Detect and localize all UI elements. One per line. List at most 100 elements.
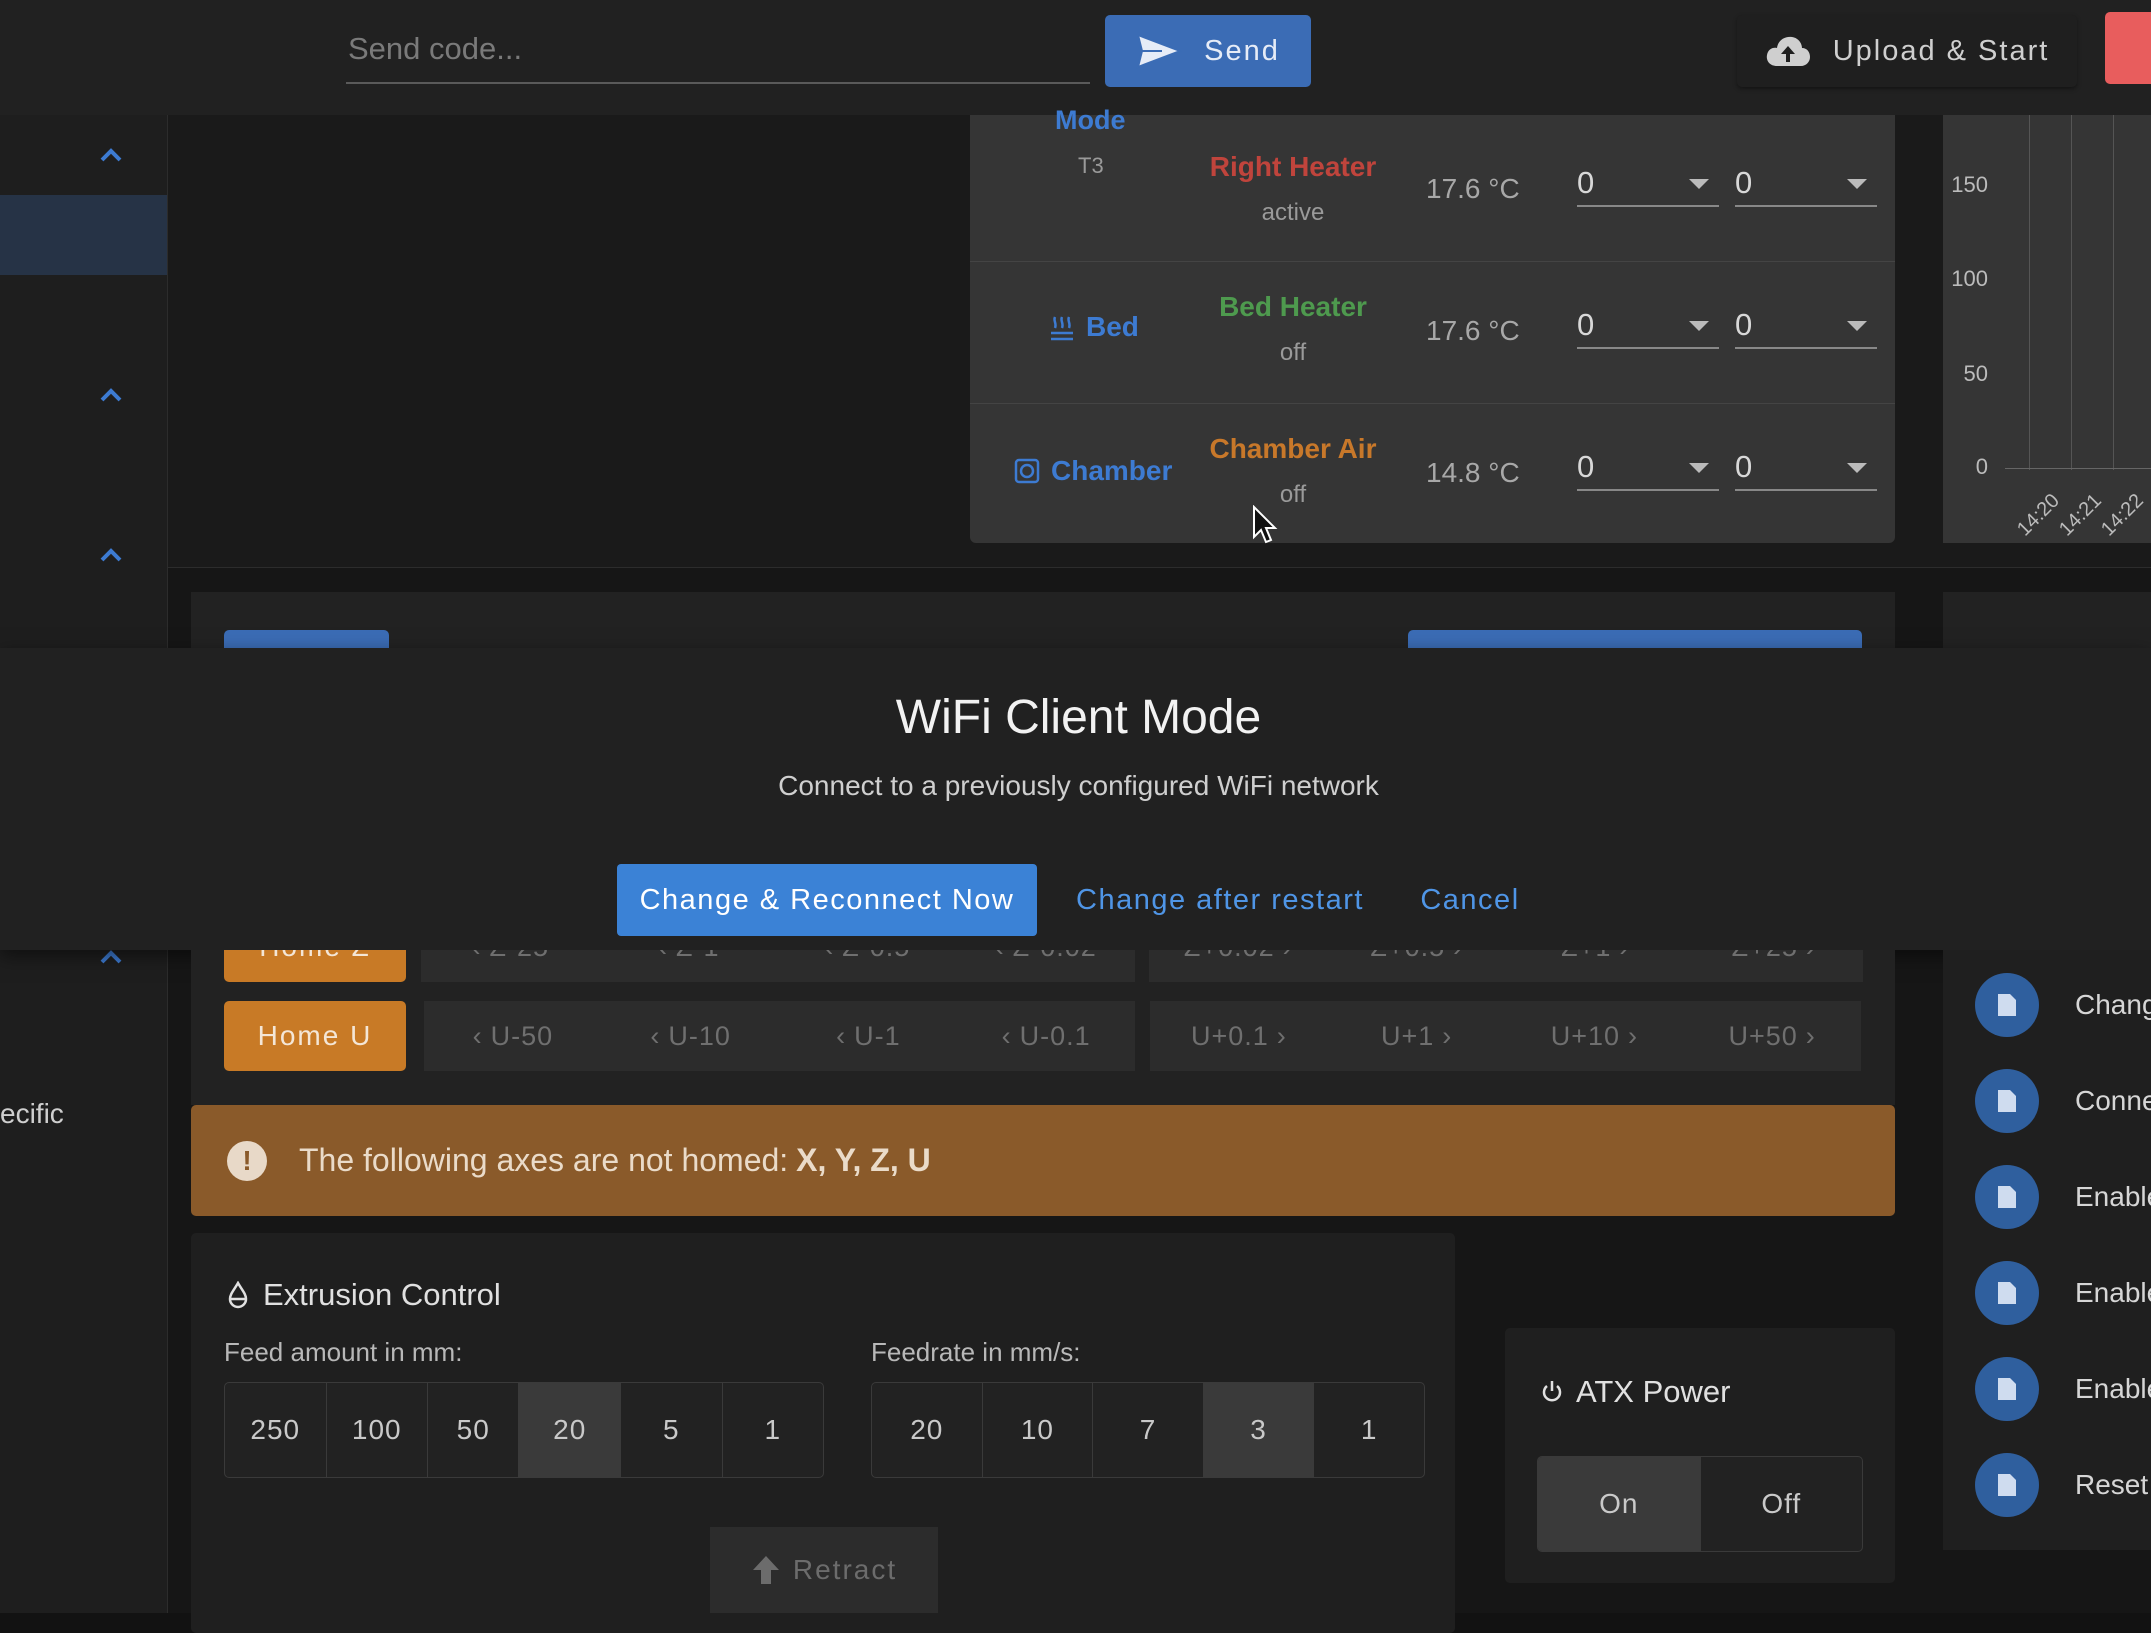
- y-tick-label: 100: [1951, 266, 1988, 291]
- jog-z-button[interactable]: ‹ Z-0.02: [957, 950, 1136, 982]
- x-axis-line: [2005, 468, 2151, 469]
- send-code-input[interactable]: [346, 26, 1090, 72]
- heater-state: active: [1261, 199, 1325, 226]
- atx-power-toggle: On Off: [1537, 1456, 1863, 1552]
- chevron-left-icon: ‹: [1001, 1020, 1012, 1051]
- feed-option-selected[interactable]: 20: [519, 1383, 621, 1477]
- feed-option[interactable]: 5: [621, 1383, 723, 1477]
- chevron-up-icon[interactable]: [96, 380, 126, 410]
- feed-amount-label: Feed amount in mm:: [224, 1337, 463, 1367]
- jog-z-button[interactable]: Z+25 ›: [1685, 950, 1864, 982]
- jog-u-button[interactable]: U+10 ›: [1506, 1001, 1684, 1071]
- feed-option[interactable]: 250: [225, 1383, 327, 1477]
- grid-line: [2071, 115, 2072, 470]
- current-temp: 17.6 °C: [1426, 173, 1520, 204]
- macro-item[interactable]: Conne: [1975, 1069, 2151, 1133]
- file-icon: [1975, 1357, 2039, 1421]
- change-after-restart-button[interactable]: Change after restart: [1060, 864, 1380, 936]
- send-button[interactable]: Send: [1105, 15, 1311, 87]
- jog-z-button[interactable]: ‹ Z-0.5: [778, 950, 957, 982]
- chevron-up-icon[interactable]: [96, 540, 126, 570]
- feedrate-option[interactable]: 1: [1314, 1383, 1424, 1477]
- jog-z-button[interactable]: Z+1 ›: [1506, 950, 1685, 982]
- standby-temp-select[interactable]: 0: [1735, 307, 1877, 349]
- emergency-stop-button[interactable]: [2105, 12, 2151, 84]
- file-icon: [1975, 1453, 2039, 1517]
- tool-name[interactable]: Chamber: [1013, 455, 1172, 487]
- heater-state: off: [1279, 339, 1307, 366]
- y-tick-label: 150: [1951, 172, 1988, 197]
- change-reconnect-now-button[interactable]: Change & Reconnect Now: [617, 864, 1037, 936]
- tool-name[interactable]: Bed: [1048, 311, 1139, 343]
- warning-text: The following axes are not homed: X, Y, Z…: [299, 1142, 931, 1178]
- send-button-label: Send: [1204, 34, 1280, 67]
- retract-button[interactable]: Retract: [710, 1527, 938, 1613]
- jog-z-button[interactable]: Z+0.02 ›: [1149, 950, 1328, 982]
- jog-u-button[interactable]: U+0.1 ›: [1150, 1001, 1328, 1071]
- cloud-upload-icon: [1766, 36, 1810, 66]
- jog-u-button[interactable]: ‹ U-1: [780, 1001, 958, 1071]
- heater-state: off: [1279, 481, 1307, 508]
- active-temp-select[interactable]: 0: [1577, 165, 1719, 207]
- chevron-right-icon: ›: [1628, 1020, 1639, 1051]
- home-z-button[interactable]: Home Z: [224, 950, 406, 982]
- sidebar-item-active[interactable]: [0, 195, 167, 275]
- unhomed-axes: X, Y, Z, U: [796, 1142, 931, 1178]
- mouse-cursor-icon: [1253, 505, 1278, 544]
- heater-name[interactable]: Right Heater: [1173, 151, 1413, 183]
- feedrate-option-selected[interactable]: 3: [1203, 1383, 1315, 1477]
- macro-item[interactable]: Enable: [1975, 1165, 2151, 1229]
- upload-start-button[interactable]: Upload & Start: [1737, 15, 2077, 87]
- tool-name[interactable]: T3: [1078, 153, 1104, 179]
- dropdown-caret-icon: [1847, 179, 1867, 189]
- sidebar-item-label[interactable]: ecific: [0, 1098, 64, 1130]
- atx-on-button[interactable]: On: [1538, 1457, 1701, 1551]
- home-u-button[interactable]: Home U: [224, 1001, 406, 1071]
- heater-name[interactable]: Chamber Air: [1173, 433, 1413, 465]
- jog-z-button[interactable]: ‹ Z-1: [600, 950, 779, 982]
- jog-z-button[interactable]: Z+0.5 ›: [1328, 950, 1507, 982]
- active-temp-select[interactable]: 0: [1577, 449, 1719, 491]
- chevron-right-icon: ›: [1805, 1020, 1816, 1051]
- atx-off-button[interactable]: Off: [1701, 1457, 1863, 1551]
- feed-option[interactable]: 100: [327, 1383, 429, 1477]
- feed-option[interactable]: 50: [428, 1383, 520, 1477]
- active-temp-select[interactable]: 0: [1577, 307, 1719, 349]
- jog-u-button[interactable]: U+1 ›: [1328, 1001, 1506, 1071]
- not-homed-warning: ! The following axes are not homed: X, Y,…: [191, 1105, 1895, 1216]
- macro-item[interactable]: Reset: [1975, 1453, 2148, 1517]
- chevron-right-icon: ›: [1276, 1020, 1287, 1051]
- bed-icon: [1051, 316, 1073, 341]
- jog-u-button[interactable]: ‹ U-0.1: [957, 1001, 1135, 1071]
- arrow-up-icon: [752, 1556, 779, 1584]
- standby-temp-select[interactable]: 0: [1735, 449, 1877, 491]
- jog-z-button[interactable]: ‹ Z-25: [421, 950, 600, 982]
- feedrate-option[interactable]: 20: [872, 1383, 983, 1477]
- send-icon: [1136, 33, 1183, 69]
- heater-name[interactable]: Bed Heater: [1173, 291, 1413, 323]
- jog-u-button[interactable]: ‹ U-50: [424, 1001, 602, 1071]
- feed-option[interactable]: 1: [723, 1383, 823, 1477]
- z-jog-minus-group: ‹ Z-25 ‹ Z-1 ‹ Z-0.5 ‹ Z-0.02: [421, 950, 1135, 982]
- macro-item[interactable]: Enable: [1975, 1357, 2151, 1421]
- file-icon: [1975, 1165, 2039, 1229]
- file-icon: [1975, 973, 2039, 1037]
- dropdown-caret-icon: [1689, 321, 1709, 331]
- feedrate-option[interactable]: 7: [1093, 1383, 1204, 1477]
- dropdown-caret-icon: [1689, 179, 1709, 189]
- macro-item[interactable]: Chang: [1975, 973, 2151, 1037]
- jog-u-button[interactable]: ‹ U-10: [602, 1001, 780, 1071]
- dropdown-caret-icon: [1689, 463, 1709, 473]
- tool-row: Chamber Chamber Air off 14.8 °C 0 0: [970, 403, 1895, 545]
- send-code-field[interactable]: [346, 20, 1090, 84]
- standby-temp-select[interactable]: 0: [1735, 165, 1877, 207]
- upload-start-label: Upload & Start: [1832, 34, 2050, 67]
- cancel-button[interactable]: Cancel: [1405, 864, 1535, 936]
- chevron-up-icon[interactable]: [96, 140, 126, 170]
- file-icon: [1975, 1069, 2039, 1133]
- file-icon: [1975, 1261, 2039, 1325]
- jog-u-button[interactable]: U+50 ›: [1683, 1001, 1861, 1071]
- chamber-icon: [1014, 458, 1040, 484]
- feedrate-option[interactable]: 10: [983, 1383, 1094, 1477]
- macro-item[interactable]: Enable: [1975, 1261, 2151, 1325]
